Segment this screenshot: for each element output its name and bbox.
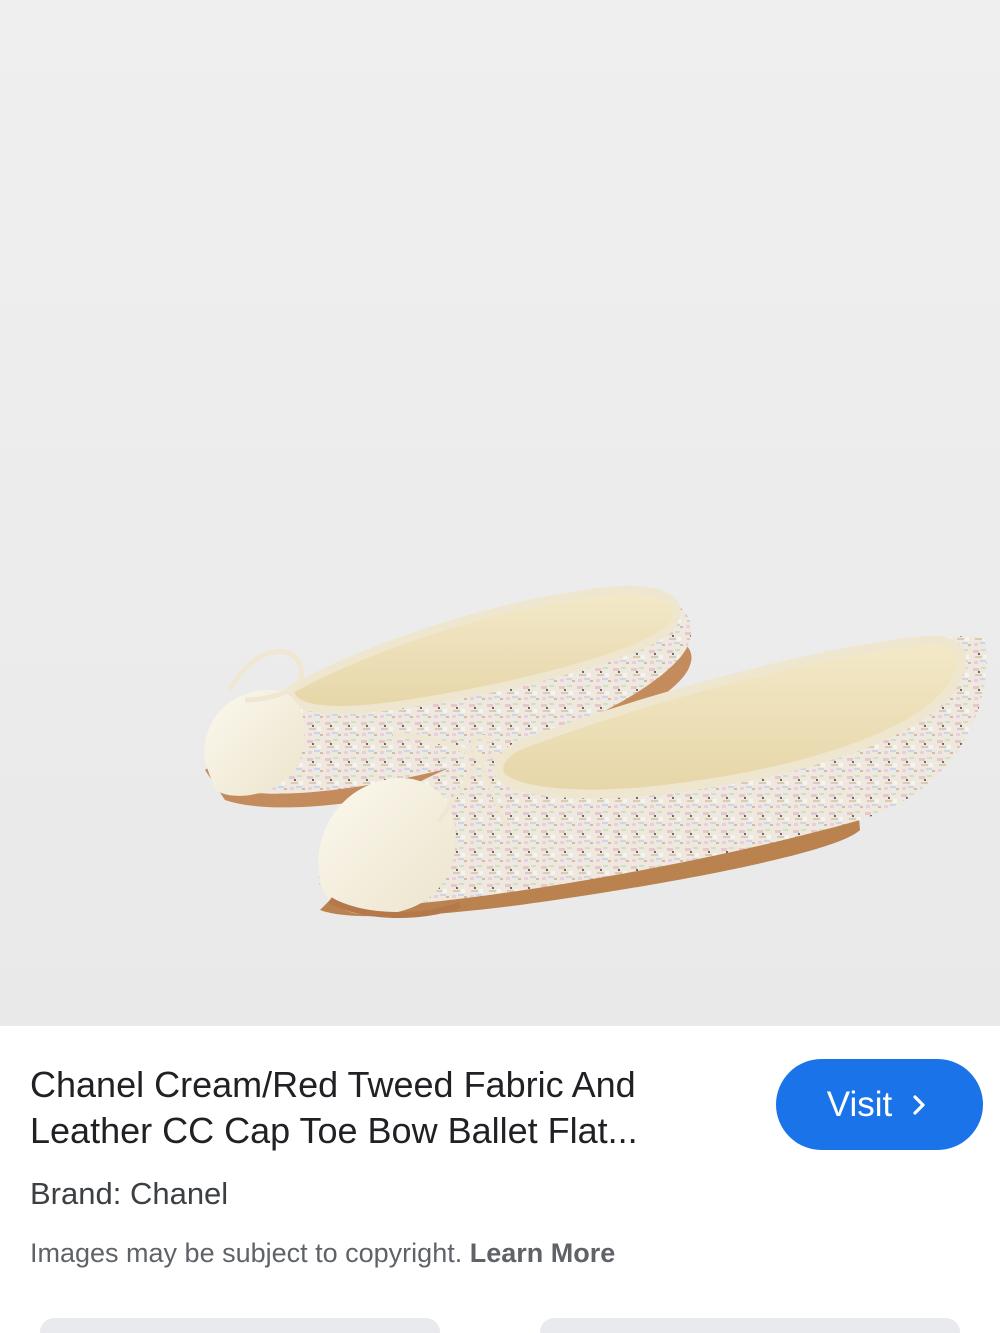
visit-button-label: Visit xyxy=(826,1084,893,1124)
next-result-card-left[interactable] xyxy=(40,1318,440,1333)
copyright-text: Images may be subject to copyright. xyxy=(30,1238,463,1268)
ballet-flats-illustration xyxy=(204,585,987,918)
learn-more-link[interactable]: Learn More xyxy=(470,1238,616,1268)
next-result-card-right[interactable] xyxy=(540,1318,960,1333)
copyright-notice: Images may be subject to copyright. Lear… xyxy=(30,1238,615,1269)
product-image[interactable] xyxy=(0,0,1000,1026)
product-title[interactable]: Chanel Cream/Red Tweed Fabric And Leathe… xyxy=(30,1062,750,1154)
result-details: Chanel Cream/Red Tweed Fabric And Leathe… xyxy=(0,1026,1000,1333)
brand-label: Brand: Chanel xyxy=(30,1176,229,1211)
chevron-right-icon xyxy=(913,1094,925,1115)
visit-button[interactable]: Visit xyxy=(776,1059,983,1150)
